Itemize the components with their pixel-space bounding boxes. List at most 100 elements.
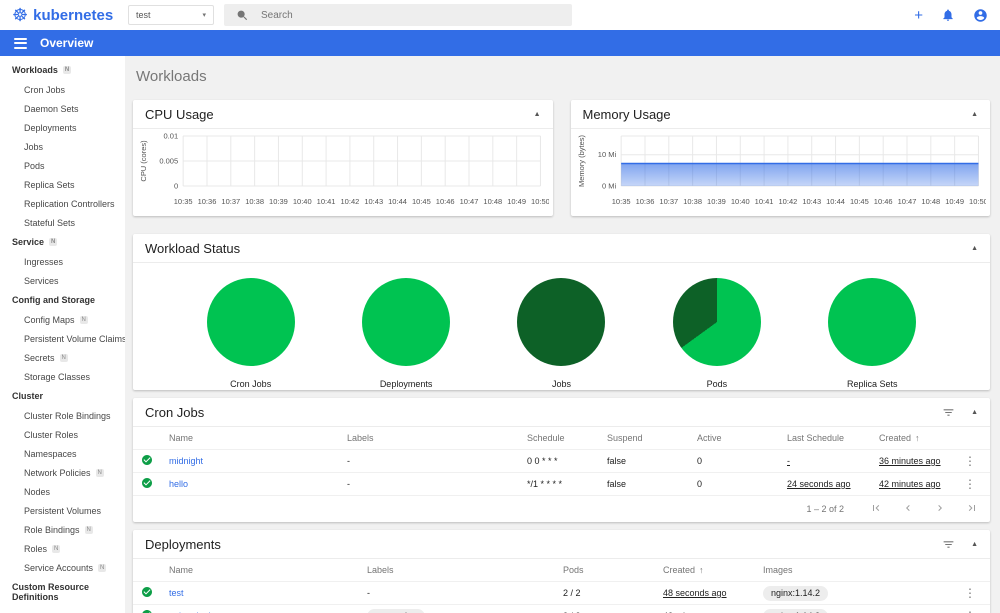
resource-link[interactable]: test: [169, 588, 367, 598]
namespaced-indicator-icon: N: [98, 563, 107, 572]
row-actions-button[interactable]: ⋮: [960, 586, 980, 600]
workload-status-item-jobs: Jobs: [517, 278, 606, 389]
x-tick-label: 10:37: [221, 197, 240, 206]
sidebar-item-role-bindings[interactable]: Role Bindings N: [0, 520, 125, 539]
cpu-usage-chart: CPU (cores) 0 0.005 0.01 10:35 10:36 10:37 10:3…: [133, 129, 553, 214]
row-actions-button[interactable]: ⋮: [960, 477, 980, 491]
sidebar-item-deployments[interactable]: Deployments: [0, 118, 125, 137]
search-bar[interactable]: [224, 4, 572, 26]
column-header-created[interactable]: Created ↑: [879, 433, 960, 443]
sidebar-item-persistent-volume-claims[interactable]: Persistent Volume ClaimsN: [0, 329, 125, 348]
workload-status-title: Workload Status: [145, 241, 241, 256]
relative-time-link[interactable]: -: [787, 456, 879, 466]
sidebar-item-pods[interactable]: Pods: [0, 156, 125, 175]
column-header-images[interactable]: Images: [763, 565, 960, 575]
sidebar-item-daemon-sets[interactable]: Daemon Sets: [0, 99, 125, 118]
memory-usage-area: [620, 163, 978, 186]
sidebar-item-cron-jobs[interactable]: Cron Jobs: [0, 80, 125, 99]
previous-page-button[interactable]: [902, 502, 914, 516]
next-page-button[interactable]: [934, 502, 946, 516]
x-tick-label: 10:39: [707, 197, 726, 206]
sidebar-item-ingresses[interactable]: Ingresses: [0, 252, 125, 271]
column-header-active[interactable]: Active: [697, 433, 787, 443]
relative-time-link[interactable]: 24 seconds ago: [787, 479, 879, 489]
resource-link[interactable]: midnight: [169, 456, 347, 466]
sidebar-item-service-accounts[interactable]: Service Accounts N: [0, 558, 125, 577]
resource-link[interactable]: hello: [169, 479, 347, 489]
row-actions-button[interactable]: ⋮: [960, 609, 980, 613]
namespaced-indicator-icon: N: [59, 353, 68, 362]
user-profile-button[interactable]: [973, 8, 988, 23]
sidebar-item-namespaces[interactable]: Namespaces: [0, 444, 125, 463]
collapse-status-card-button[interactable]: ▲: [971, 245, 978, 252]
table-cell: -: [347, 456, 350, 466]
relative-time-link[interactable]: 42 minutes ago: [879, 479, 960, 489]
namespaced-indicator-icon: N: [62, 66, 72, 74]
table-cell: false: [607, 479, 627, 489]
kubernetes-wheel-icon: ☸: [12, 5, 29, 25]
sidebar-item-workloads[interactable]: Workloads N: [0, 60, 125, 80]
collapse-deployments-button[interactable]: ▲: [971, 541, 978, 548]
create-resource-button[interactable]: +: [914, 8, 923, 23]
column-header-schedule[interactable]: Schedule: [527, 433, 607, 443]
x-tick-label: 10:35: [174, 197, 193, 206]
table-cell: 2 / 2: [563, 588, 581, 598]
sidebar-item-roles[interactable]: Roles N: [0, 539, 125, 558]
column-header-name[interactable]: Name: [169, 433, 347, 443]
status-cell: [141, 477, 169, 491]
relative-time-link[interactable]: 48 seconds ago: [663, 588, 763, 598]
sidebar-item-config-maps[interactable]: Config Maps N: [0, 310, 125, 329]
sidebar-item-services[interactable]: Services: [0, 271, 125, 290]
sidebar-item-config-and-storage[interactable]: Config and Storage: [0, 290, 125, 310]
x-tick-label: 10:35: [611, 197, 630, 206]
main-content: Workloads CPU Usage ▲ CPU (cores) 0 0.005 0…: [125, 56, 1000, 613]
column-header-name[interactable]: Name: [169, 565, 367, 575]
sidebar-item-cluster-role-bindings[interactable]: Cluster Role Bindings: [0, 406, 125, 425]
user-icon: [974, 8, 987, 22]
column-header-labels[interactable]: Labels: [367, 565, 563, 575]
sidebar-item-nodes[interactable]: Nodes: [0, 482, 125, 501]
sidebar-item-jobs[interactable]: Jobs: [0, 137, 125, 156]
sidebar-item-storage-classes[interactable]: Storage Classes: [0, 367, 125, 386]
collapse-memory-card-button[interactable]: ▲: [971, 111, 978, 118]
sidebar-item-cluster[interactable]: Cluster: [0, 607, 125, 613]
filter-button[interactable]: [942, 406, 955, 419]
search-input[interactable]: [261, 9, 560, 21]
collapse-cpu-card-button[interactable]: ▲: [534, 111, 541, 118]
x-tick-label: 10:50: [969, 197, 986, 206]
table-pagination: 1 – 2 of 2: [133, 495, 990, 522]
sidebar-item-replication-controllers[interactable]: Replication Controllers: [0, 194, 125, 213]
x-tick-label: 10:44: [826, 197, 845, 206]
sidebar-item-replica-sets[interactable]: Replica Sets: [0, 175, 125, 194]
sidebar-item-network-policies[interactable]: Network Policies N: [0, 463, 125, 482]
bell-icon: [943, 9, 953, 21]
row-actions-button[interactable]: ⋮: [960, 454, 980, 468]
sidebar-nav: Workloads N Cron Jobs Daemon Sets Deployment…: [0, 56, 125, 613]
deployments-card: Deployments ▲ Name Labels Pods Created ↑ Imag…: [133, 530, 990, 613]
sidebar-item-stateful-sets[interactable]: Stateful Sets: [0, 213, 125, 232]
notifications-button[interactable]: [941, 8, 955, 22]
relative-time-link[interactable]: 36 minutes ago: [879, 456, 960, 466]
column-header-labels[interactable]: Labels: [347, 433, 527, 443]
status-ok-icon: [142, 478, 152, 488]
namespace-selector[interactable]: test ▾: [128, 5, 214, 25]
collapse-cron-jobs-button[interactable]: ▲: [971, 409, 978, 416]
filter-icon: [943, 409, 954, 416]
x-tick-label: 10:48: [483, 197, 502, 206]
column-header-suspend[interactable]: Suspend: [607, 433, 697, 443]
kubernetes-logo[interactable]: ☸ kubernetes: [12, 6, 122, 24]
column-header-created[interactable]: Created ↑: [663, 565, 763, 575]
sidebar-item-custom-resource-definitions[interactable]: Custom Resource Definitions: [0, 577, 125, 607]
x-tick-label: 10:38: [245, 197, 264, 206]
sidebar-item-persistent-volumes[interactable]: Persistent Volumes: [0, 501, 125, 520]
last-page-button[interactable]: [966, 502, 978, 516]
filter-button[interactable]: [942, 538, 955, 551]
sidebar-item-cluster-roles[interactable]: Cluster Roles: [0, 425, 125, 444]
sidebar-item-service[interactable]: Service N: [0, 232, 125, 252]
sidebar-item-secrets[interactable]: Secrets N: [0, 348, 125, 367]
column-header-pods[interactable]: Pods: [563, 565, 663, 575]
menu-toggle-button[interactable]: [14, 37, 27, 49]
column-header-last-schedule[interactable]: Last Schedule: [787, 433, 879, 443]
sidebar-item-cluster[interactable]: Cluster: [0, 386, 125, 406]
first-page-button[interactable]: [870, 502, 882, 516]
